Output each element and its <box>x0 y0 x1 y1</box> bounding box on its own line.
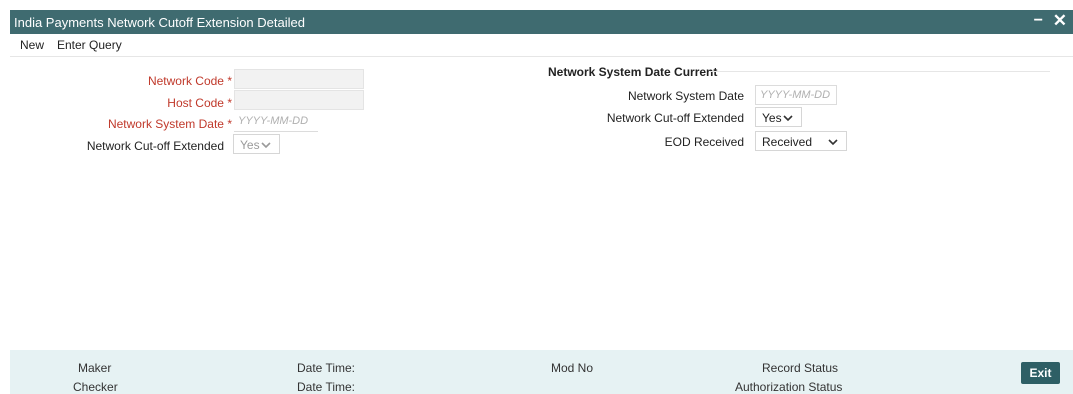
eod-received-select[interactable]: Received <box>755 131 847 151</box>
network-system-date-input[interactable]: YYYY-MM-DD <box>234 112 318 132</box>
chevron-down-icon <box>261 142 271 149</box>
menu-enter-query[interactable]: Enter Query <box>57 38 122 52</box>
date-placeholder: YYYY-MM-DD <box>238 115 309 127</box>
current-network-system-date-input[interactable]: YYYY-MM-DD <box>755 85 837 105</box>
minimize-icon[interactable]: − <box>1034 12 1043 30</box>
section-heading: Network System Date Current <box>548 65 718 79</box>
exit-button[interactable]: Exit <box>1021 362 1060 384</box>
authorization-status-label: Authorization Status <box>735 380 843 394</box>
required-mark: * <box>227 96 232 110</box>
network-system-date-label: Network System Date * <box>107 117 232 131</box>
current-network-system-date-label: Network System Date <box>627 89 744 103</box>
mod-no-label: Mod No <box>551 361 594 375</box>
host-code-input[interactable] <box>234 90 364 110</box>
current-network-cutoff-extended-select[interactable]: Yes <box>755 107 802 127</box>
window-title: India Payments Network Cutoff Extension … <box>14 15 305 30</box>
chevron-down-icon <box>828 139 838 146</box>
network-code-input[interactable] <box>234 69 364 89</box>
eod-received-label: EOD Received <box>664 135 744 149</box>
close-icon[interactable]: ✕ <box>1053 11 1067 31</box>
window: India Payments Network Cutoff Extension … <box>10 10 1073 394</box>
title-bar: India Payments Network Cutoff Extension … <box>10 10 1073 34</box>
network-cutoff-extended-select[interactable]: Yes <box>233 134 280 154</box>
checker-label: Checker <box>73 380 118 394</box>
network-cutoff-extended-label: Network Cut-off Extended <box>86 139 224 153</box>
current-network-cutoff-extended-label: Network Cut-off Extended <box>606 111 744 125</box>
menu-bar: New Enter Query <box>10 34 1073 57</box>
network-code-label: Network Code * <box>147 74 232 88</box>
host-code-label: Host Code * <box>167 96 232 110</box>
record-status-label: Record Status <box>762 361 839 375</box>
audit-footer: Maker Checker Date Time: Date Time: Mod … <box>10 350 1073 394</box>
maker-label: Maker <box>78 361 112 375</box>
section-divider <box>710 71 1050 72</box>
checker-date-time-label: Date Time: <box>297 380 356 394</box>
required-mark: * <box>227 117 232 131</box>
chevron-down-icon <box>783 115 793 122</box>
maker-date-time-label: Date Time: <box>297 361 356 375</box>
menu-new[interactable]: New <box>20 38 44 52</box>
date-placeholder: YYYY-MM-DD <box>760 89 831 101</box>
required-mark: * <box>227 74 232 88</box>
